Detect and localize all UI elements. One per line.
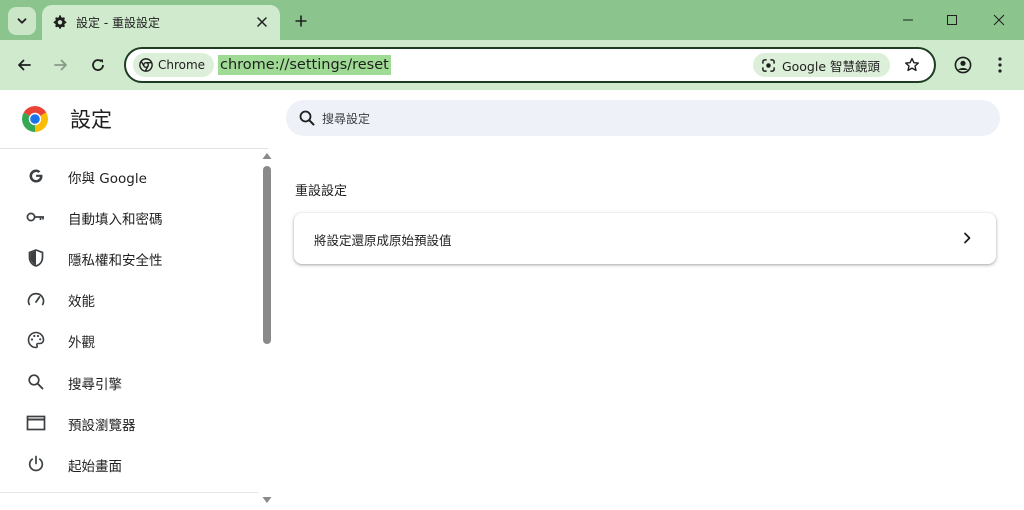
key-icon [26,207,46,227]
star-icon [905,57,919,72]
scroll-down-arrow-icon[interactable] [262,496,272,504]
new-tab-button[interactable] [290,10,312,32]
sidebar-item-search-engine[interactable]: 搜尋引擎 [0,362,258,402]
sidebar-item-you-and-google[interactable]: 你與 Google [0,156,258,196]
sidebar-item-label: 起始畫面 [68,459,122,475]
palette-icon [26,330,46,350]
close-window-button[interactable] [987,8,1011,32]
reset-settings-label: 將設定還原成原始預設值 [314,233,452,248]
site-info-chip[interactable]: Chrome [133,53,215,77]
page-title: 設定 [70,108,112,132]
close-icon [257,17,267,27]
google-g-icon [26,166,46,186]
close-icon [993,14,1005,26]
chrome-logo-icon [22,106,48,132]
tab-settings[interactable]: 設定 - 重設設定 [42,5,280,40]
section-title: 重設設定 [295,184,348,199]
forward-button[interactable] [49,53,73,77]
speedometer-icon [26,289,46,309]
sidebar-item-autofill[interactable]: 自動填入和密碼 [0,197,258,237]
shield-icon [26,248,46,268]
more-vertical-icon [998,57,1002,73]
tab-title: 設定 - 重設設定 [76,16,160,30]
sidebar-item-label: 自動填入和密碼 [68,212,163,228]
chevron-down-icon [17,18,27,24]
sidebar-item-default-browser[interactable]: 預設瀏覽器 [0,403,258,443]
sidebar-item-label: 預設瀏覽器 [68,418,136,434]
tab-search-button[interactable] [8,7,36,35]
minimize-icon [903,19,913,21]
profile-button[interactable] [951,53,975,77]
search-icon [26,372,46,392]
menu-button[interactable] [988,53,1012,77]
settings-page: 設定 搜尋設定 你與 Google 自動填入和密碼 隱私權和安全性 效能 外觀 [0,90,1024,510]
chevron-right-icon [958,229,976,247]
plus-icon [295,15,307,27]
sidebar-scrollbar[interactable] [260,152,274,510]
arrow-right-icon [54,59,67,71]
chrome-logo-icon [139,58,153,72]
arrow-left-icon [18,59,31,71]
site-chip-label: Chrome [158,58,206,72]
minimize-button[interactable] [896,8,920,32]
url-text[interactable]: chrome://settings/reset [218,55,391,75]
sidebar-item-label: 你與 Google [68,171,147,187]
search-icon [299,110,315,126]
maximize-icon [947,15,957,25]
title-bar: 設定 - 重設設定 [0,0,1024,40]
sidebar-item-label: 搜尋引擎 [68,377,122,393]
sidebar-item-label: 隱私權和安全性 [68,253,163,269]
lens-label: Google 智慧鏡頭 [781,58,880,74]
scrollbar-thumb[interactable] [263,166,271,344]
power-icon [26,454,46,474]
sidebar-item-label: 效能 [68,294,95,310]
google-lens-button[interactable]: Google 智慧鏡頭 [752,53,890,77]
sidebar-item-performance[interactable]: 效能 [0,279,258,319]
sidebar-item-appearance[interactable]: 外觀 [0,320,258,360]
back-button[interactable] [12,53,36,77]
sidebar-item-privacy[interactable]: 隱私權和安全性 [0,238,258,278]
toolbar: Chrome chrome://settings/reset Google 智慧… [0,40,1024,90]
search-placeholder: 搜尋設定 [322,112,371,126]
close-tab-button[interactable] [254,14,270,30]
profile-icon [954,56,972,74]
maximize-button[interactable] [940,8,964,32]
reload-button[interactable] [86,53,110,77]
sidebar-item-on-startup[interactable]: 起始畫面 [0,444,258,484]
bookmark-star-button[interactable] [902,55,922,75]
gear-icon [53,15,67,29]
scroll-up-arrow-icon[interactable] [262,152,272,160]
sidebar-divider [0,492,258,493]
reload-icon [92,59,104,71]
lens-icon [762,58,775,72]
sidebar-item-label: 外觀 [68,335,95,351]
browser-window-icon [26,413,46,433]
settings-search-input[interactable]: 搜尋設定 [286,100,1000,136]
reset-settings-row[interactable]: 將設定還原成原始預設值 [294,213,996,264]
sidebar-divider [0,148,268,149]
address-bar[interactable]: Chrome chrome://settings/reset Google 智慧… [124,47,936,83]
